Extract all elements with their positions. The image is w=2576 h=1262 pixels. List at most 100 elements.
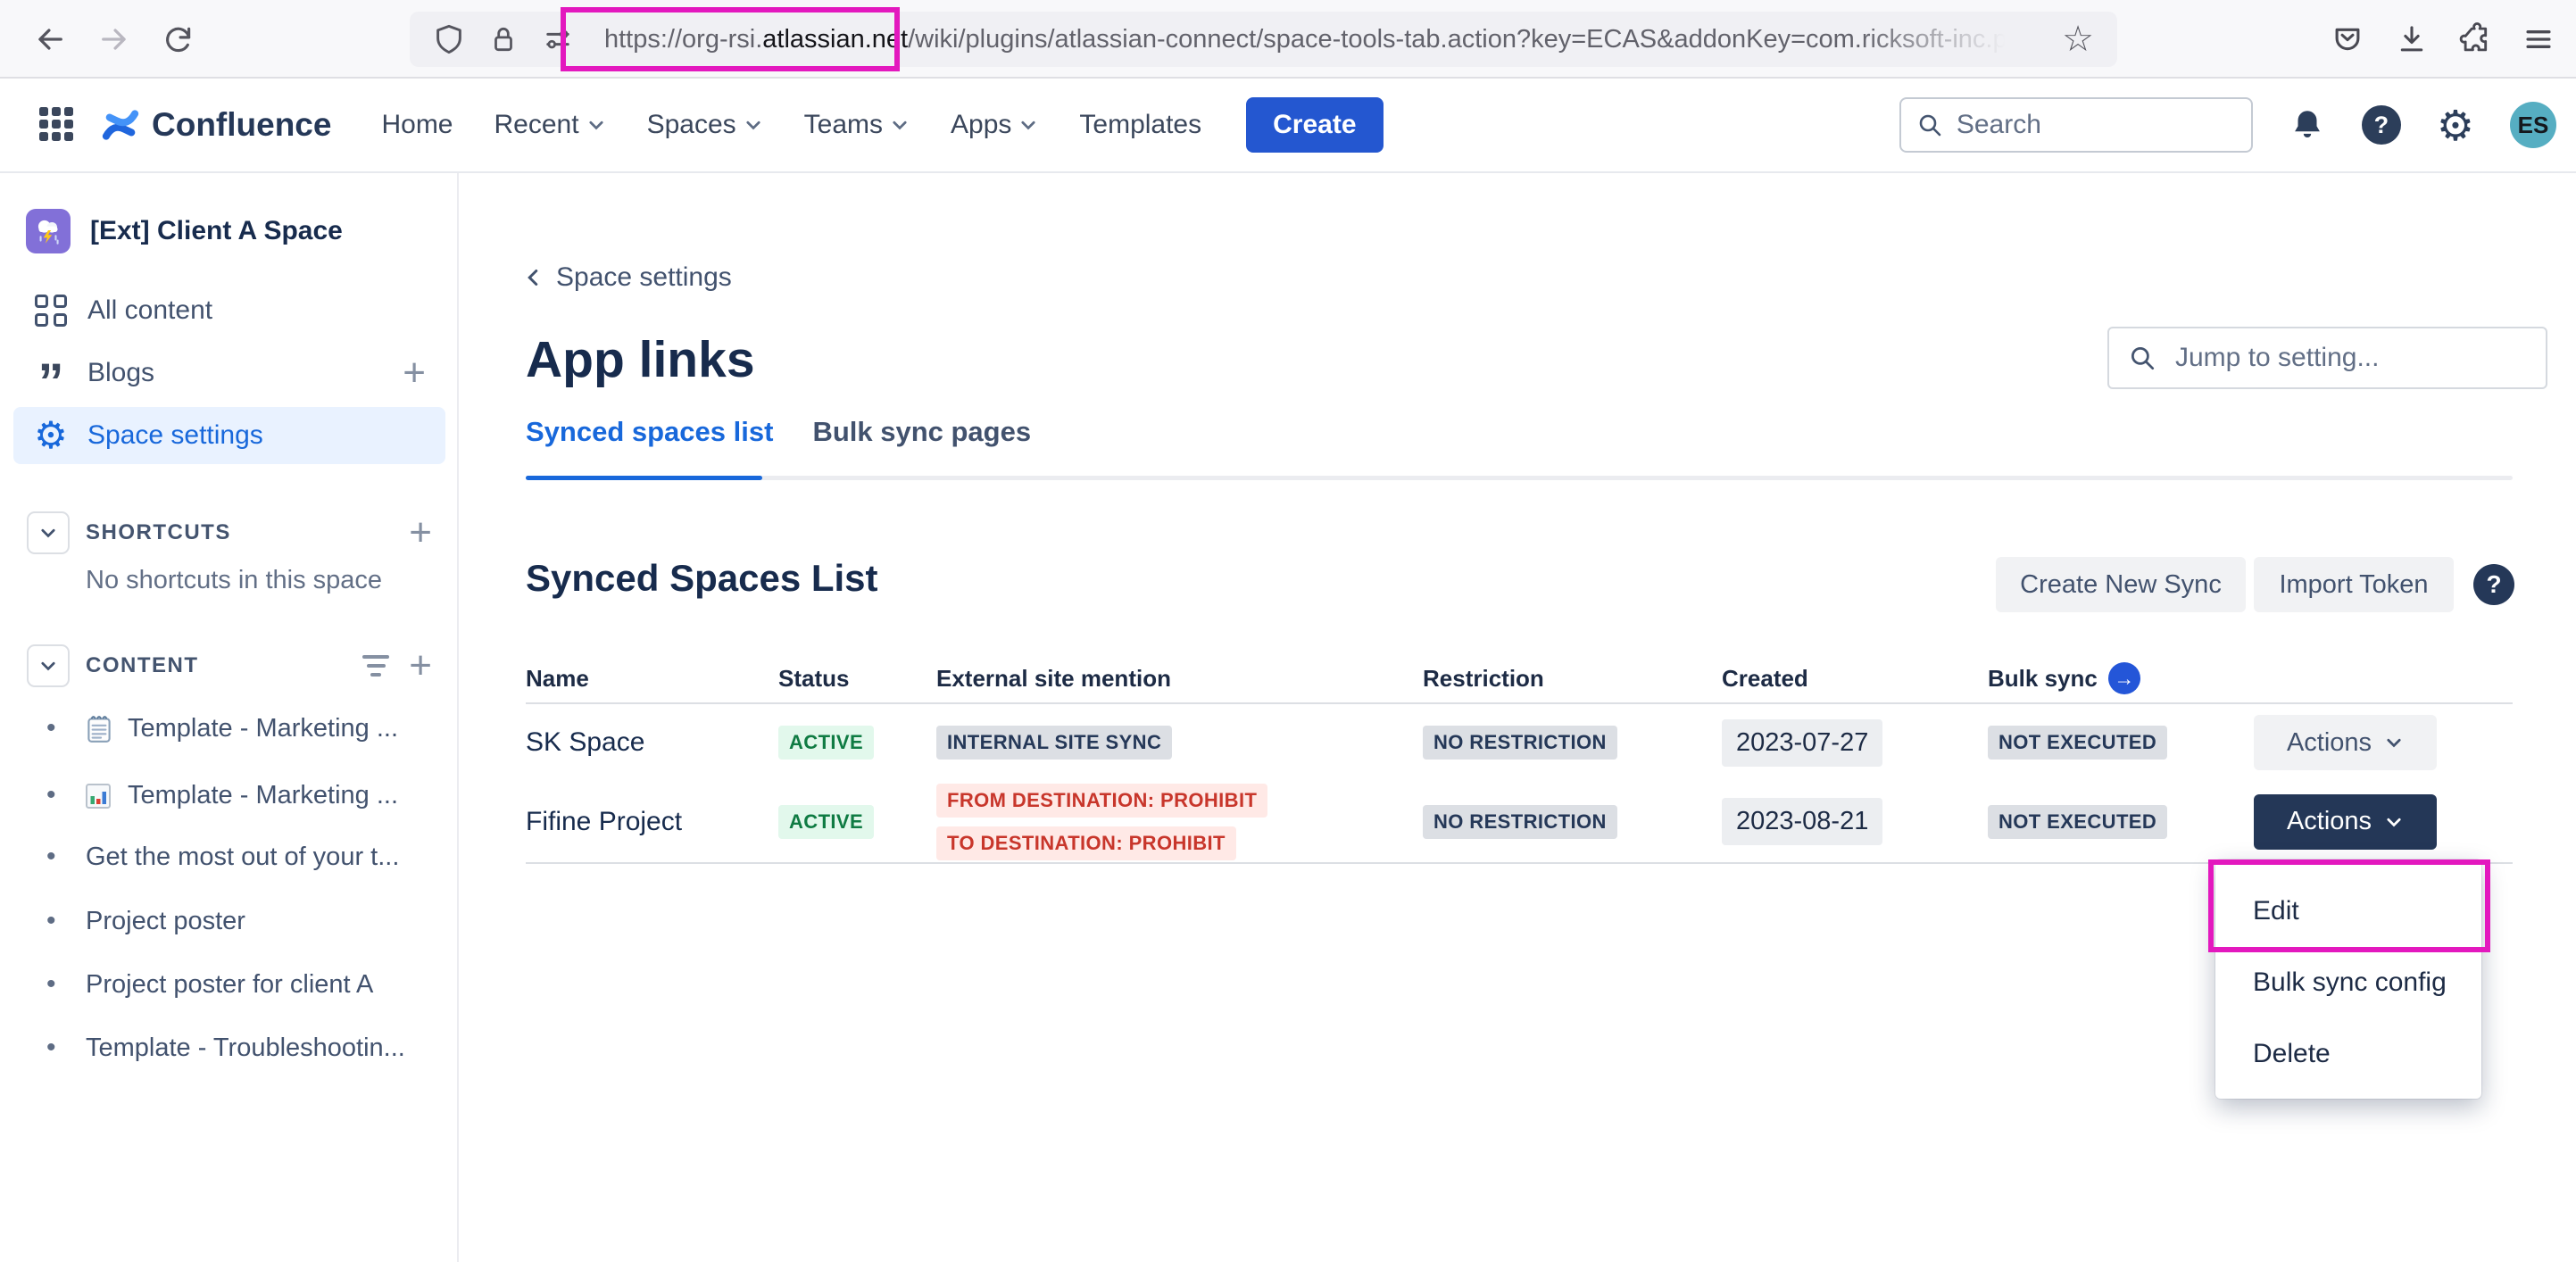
col-name: Name bbox=[526, 665, 778, 693]
download-icon bbox=[2395, 22, 2429, 56]
section-title: Synced Spaces List bbox=[526, 557, 878, 600]
reload-button[interactable] bbox=[150, 11, 207, 68]
tab-track bbox=[526, 476, 2513, 480]
content-item[interactable]: • Template - Marketing ... bbox=[0, 706, 459, 751]
menu-button[interactable] bbox=[2510, 11, 2567, 68]
col-external-site-mention: External site mention bbox=[936, 665, 1423, 693]
content-collapse-button[interactable] bbox=[27, 644, 70, 687]
nav-menu: Home Recent Spaces Teams Apps Templates bbox=[381, 110, 1201, 140]
back-button[interactable] bbox=[21, 11, 79, 68]
chevron-down-icon bbox=[744, 115, 763, 135]
col-created: Created bbox=[1722, 665, 1988, 693]
confluence-mark-icon bbox=[100, 104, 141, 145]
col-status: Status bbox=[778, 665, 936, 693]
tab-synced-spaces-list[interactable]: Synced spaces list bbox=[526, 416, 773, 448]
tab-bulk-sync-pages[interactable]: Bulk sync pages bbox=[812, 416, 1031, 448]
row-name: SK Space bbox=[526, 727, 778, 758]
nav-item-spaces[interactable]: Spaces bbox=[647, 110, 763, 140]
shortcuts-collapse-button[interactable] bbox=[27, 511, 70, 554]
chevron-down-icon bbox=[1018, 115, 1038, 135]
restriction-badge: NO RESTRICTION bbox=[1423, 805, 1617, 839]
url-highlight-box bbox=[561, 7, 900, 71]
chevron-left-icon bbox=[522, 267, 544, 288]
bulk-sync-badge: NOT EXECUTED bbox=[1988, 805, 2167, 839]
mention-badge: FROM DESTINATION: PROHIBIT bbox=[936, 784, 1267, 818]
bulk-sync-badge: NOT EXECUTED bbox=[1988, 726, 2167, 760]
add-shortcut-plus-icon[interactable]: + bbox=[409, 511, 432, 555]
col-bulk-sync: Bulk sync → bbox=[1988, 662, 2254, 694]
actions-button-open[interactable]: Actions bbox=[2254, 794, 2437, 850]
jump-to-setting-input[interactable] bbox=[2175, 343, 2514, 373]
nav-item-home[interactable]: Home bbox=[381, 110, 453, 140]
shortcuts-section-header: SHORTCUTS + bbox=[27, 511, 432, 555]
chevron-down-icon bbox=[586, 115, 606, 135]
restriction-badge: NO RESTRICTION bbox=[1423, 726, 1617, 760]
nav-item-recent[interactable]: Recent bbox=[494, 110, 606, 140]
content-item[interactable]: • Project poster for client A bbox=[0, 962, 459, 1007]
bulk-sync-link-icon[interactable]: → bbox=[2108, 662, 2140, 694]
back-arrow-icon bbox=[32, 21, 68, 57]
import-token-button[interactable]: Import Token bbox=[2254, 557, 2454, 612]
site-info-icons bbox=[433, 23, 574, 55]
main-content: Space settings App links Synced spaces l… bbox=[460, 173, 2576, 1262]
nav-item-apps[interactable]: Apps bbox=[951, 110, 1038, 140]
add-content-plus-icon[interactable]: + bbox=[409, 643, 432, 688]
confluence-logo[interactable]: Confluence bbox=[100, 104, 331, 145]
sidebar-item-blogs[interactable]: ” Blogs + bbox=[13, 345, 445, 402]
sidebar-item-space-settings[interactable]: ⚙ Space settings bbox=[13, 407, 445, 464]
create-new-sync-button[interactable]: Create New Sync bbox=[1996, 557, 2246, 612]
filter-icon[interactable] bbox=[362, 655, 389, 677]
space-settings-gear-icon: ⚙ bbox=[29, 417, 72, 454]
reload-icon bbox=[162, 22, 195, 56]
settings-gear-icon[interactable]: ⚙ bbox=[2437, 104, 2474, 146]
url-fade bbox=[1858, 12, 2055, 67]
search-icon bbox=[2127, 343, 2157, 373]
space-avatar-storm-icon bbox=[26, 209, 71, 253]
content-label: CONTENT bbox=[86, 653, 199, 678]
content-item[interactable]: • Project poster bbox=[0, 899, 459, 943]
nav-item-templates[interactable]: Templates bbox=[1079, 110, 1201, 140]
all-content-grid-icon bbox=[29, 295, 72, 327]
puzzle-icon bbox=[2459, 22, 2493, 56]
content-item[interactable]: • Template - Marketing ... bbox=[0, 773, 459, 818]
sidebar-item-all-content[interactable]: All content bbox=[13, 282, 445, 339]
screen: https://org-rsi.atlassian.net/wiki/plugi… bbox=[0, 0, 2576, 1262]
bookmark-star-icon[interactable]: ☆ bbox=[2055, 12, 2101, 67]
search-input[interactable] bbox=[1957, 110, 2206, 140]
jump-to-setting-search[interactable] bbox=[2107, 327, 2547, 389]
notifications-bell-icon[interactable] bbox=[2289, 106, 2326, 144]
chevron-down-icon bbox=[2384, 812, 2404, 832]
table-row: Fifine Project ACTIVE FROM DESTINATION: … bbox=[526, 781, 2513, 862]
help-icon[interactable]: ? bbox=[2362, 105, 2401, 145]
pocket-button[interactable] bbox=[2319, 11, 2376, 68]
status-badge: ACTIVE bbox=[778, 805, 874, 839]
chevron-down-icon bbox=[890, 115, 910, 135]
global-search[interactable] bbox=[1899, 97, 2253, 153]
downloads-button[interactable] bbox=[2383, 11, 2440, 68]
create-button[interactable]: Create bbox=[1246, 97, 1383, 153]
brand-name: Confluence bbox=[152, 106, 331, 144]
content-item[interactable]: • Template - Troubleshootin... bbox=[0, 1025, 459, 1070]
avatar[interactable]: ES bbox=[2510, 102, 2556, 148]
actions-button[interactable]: Actions bbox=[2254, 715, 2437, 770]
space-header[interactable]: [Ext] Client A Space bbox=[26, 209, 343, 253]
shield-icon[interactable] bbox=[433, 23, 465, 55]
hamburger-icon bbox=[2522, 22, 2555, 56]
status-badge: ACTIVE bbox=[778, 726, 874, 760]
dropdown-item-delete[interactable]: Delete bbox=[2215, 1018, 2481, 1090]
add-blog-plus-icon[interactable]: + bbox=[403, 351, 426, 395]
browser-toolbar: https://org-rsi.atlassian.net/wiki/plugi… bbox=[0, 0, 2576, 79]
app-switcher-icon[interactable] bbox=[39, 107, 75, 143]
edit-highlight-box bbox=[2208, 859, 2490, 952]
row-name: Fifine Project bbox=[526, 807, 778, 837]
dropdown-item-bulk-sync-config[interactable]: Bulk sync config bbox=[2215, 947, 2481, 1018]
mention-badge: TO DESTINATION: PROHIBIT bbox=[936, 826, 1236, 860]
help-icon[interactable]: ? bbox=[2473, 564, 2514, 605]
lock-icon[interactable] bbox=[488, 24, 519, 54]
forward-button[interactable] bbox=[86, 11, 143, 68]
extensions-button[interactable] bbox=[2447, 11, 2505, 68]
content-item[interactable]: • Get the most out of your t... bbox=[0, 834, 459, 879]
nav-item-teams[interactable]: Teams bbox=[804, 110, 910, 140]
search-icon bbox=[1915, 111, 1944, 139]
back-to-space-settings-link[interactable]: Space settings bbox=[522, 262, 732, 293]
